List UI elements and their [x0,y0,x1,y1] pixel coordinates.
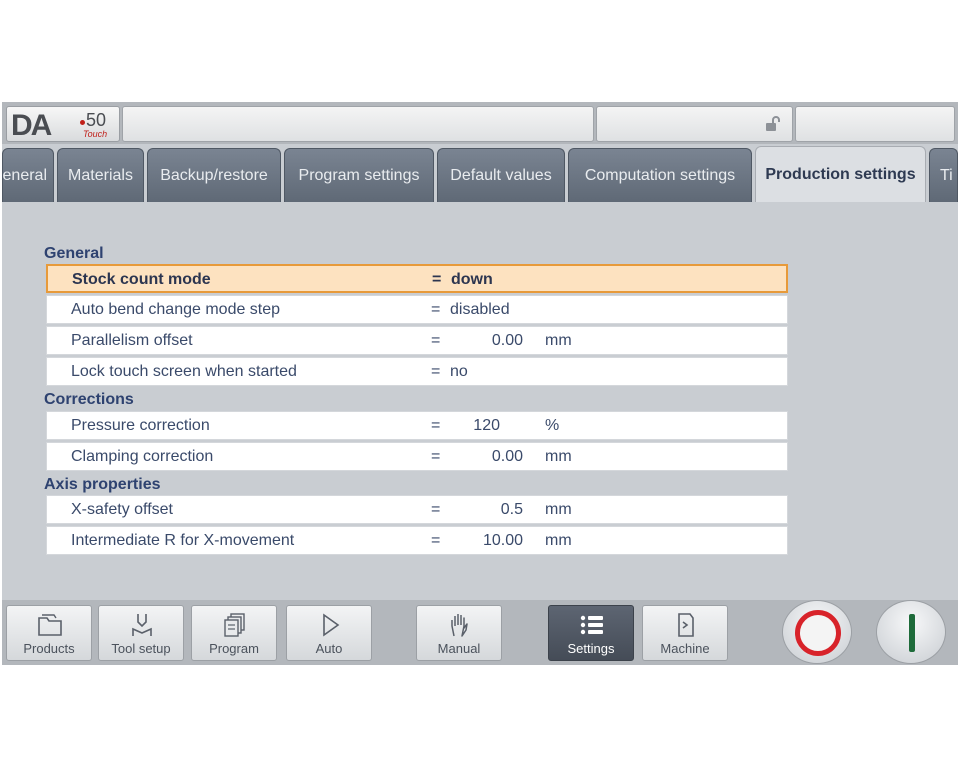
settings-tabs: eneral Materials Backup/restore Program … [2,144,958,202]
tab-next[interactable]: Ti [929,148,958,202]
setting-row-stock-count-mode[interactable]: Stock count mode = down [46,264,788,293]
logo-variant: Touch [83,129,108,139]
setting-value: 0.5 [500,501,523,518]
setting-value: 0.00 [491,332,523,349]
tab-default-values[interactable]: Default values [437,148,565,202]
section-heading-general: General [44,245,104,262]
tab-backup-restore[interactable]: Backup/restore [147,148,281,202]
status-field-lock[interactable] [596,106,793,142]
start-button[interactable] [876,600,946,664]
nav-label: Auto [315,641,343,656]
setting-value: disabled [450,301,510,318]
setting-value: 10.00 [482,532,523,549]
status-field-main[interactable] [122,106,594,142]
setting-unit: mm [545,501,572,518]
setting-label: Stock count mode [72,271,211,288]
setting-value: 0.00 [491,448,523,465]
settings-panel: General Stock count mode = down Auto ben… [6,202,954,600]
play-icon [323,613,340,637]
equals-sign: = [431,532,441,549]
folder-icon [38,614,62,636]
setting-label: X-safety offset [71,501,173,518]
setting-unit: mm [545,332,572,349]
unlocked-padlock-icon[interactable] [764,115,782,133]
hand-icon [451,614,468,637]
setting-value: down [451,271,493,288]
setting-row-parallelism-offset[interactable]: Parallelism offset = 0.00 mm [46,326,788,355]
setting-label: Intermediate R for X-movement [71,532,295,549]
nav-manual-button[interactable]: Manual [416,605,502,661]
setting-value: no [450,363,468,380]
equals-sign: = [431,501,441,518]
settings-list-icon [580,615,603,635]
equals-sign: = [431,363,441,380]
nav-tool-setup-button[interactable]: Tool setup [98,605,184,661]
setting-row-pressure-correction[interactable]: Pressure correction = 120 % [46,411,788,440]
machine-icon [678,613,694,637]
setting-label: Auto bend change mode step [71,301,281,318]
tab-computation-settings[interactable]: Computation settings [568,148,752,202]
section-heading-axis-properties: Axis properties [44,476,161,493]
equals-sign: = [431,417,441,434]
nav-products-button[interactable]: Products [6,605,92,661]
setting-label: Clamping correction [71,448,214,465]
setting-unit: mm [545,532,572,549]
setting-label: Pressure correction [71,417,210,434]
logo-dot [80,120,85,125]
tab-production-settings[interactable]: Production settings [755,146,926,202]
tab-program-settings[interactable]: Program settings [284,148,434,202]
tab-general[interactable]: eneral [2,148,54,202]
nav-label: Program [209,641,259,656]
equals-sign: = [431,301,441,318]
stop-button[interactable] [782,600,852,664]
setting-row-clamping-correction[interactable]: Clamping correction = 0.00 mm [46,442,788,471]
top-bar: DA 50 Touch [2,102,958,144]
equals-sign: = [431,332,441,349]
nav-settings-button[interactable]: Settings [548,605,634,661]
setting-label: Lock touch screen when started [71,363,297,380]
bottom-nav: Products Tool setup Program Auto Manual … [2,600,958,665]
brand-logo: DA 50 Touch [6,106,120,142]
nav-program-button[interactable]: Program [191,605,277,661]
equals-sign: = [431,448,441,465]
setting-value: 120 [473,417,500,434]
setting-row-lock-touch-screen[interactable]: Lock touch screen when started = no [46,357,788,386]
setting-row-intermediate-r[interactable]: Intermediate R for X-movement = 10.00 mm [46,526,788,555]
nav-auto-button[interactable]: Auto [286,605,372,661]
logo-model: 50 [86,110,107,130]
program-pages-icon [224,613,245,637]
nav-label: Products [23,641,75,656]
equals-sign: = [432,271,442,288]
setting-unit: mm [545,448,572,465]
setting-label: Parallelism offset [71,332,193,349]
status-field-right[interactable] [795,106,955,142]
tool-setup-icon [132,614,152,636]
logo-brand: DA [11,109,52,142]
nav-label: Manual [437,641,481,656]
start-icon [909,614,915,652]
controller-screen: DA 50 Touch eneral Materials Backup/rest… [2,102,958,665]
setting-unit: % [545,417,560,434]
tab-materials[interactable]: Materials [57,148,144,202]
setting-row-auto-bend-change[interactable]: Auto bend change mode step = disabled [46,295,788,324]
setting-row-x-safety-offset[interactable]: X-safety offset = 0.5 mm [46,495,788,524]
nav-label: Settings [567,641,615,656]
nav-label: Tool setup [111,641,171,656]
section-heading-corrections: Corrections [44,391,134,408]
nav-label: Machine [660,641,710,656]
stop-icon [795,610,841,656]
nav-machine-button[interactable]: Machine [642,605,728,661]
